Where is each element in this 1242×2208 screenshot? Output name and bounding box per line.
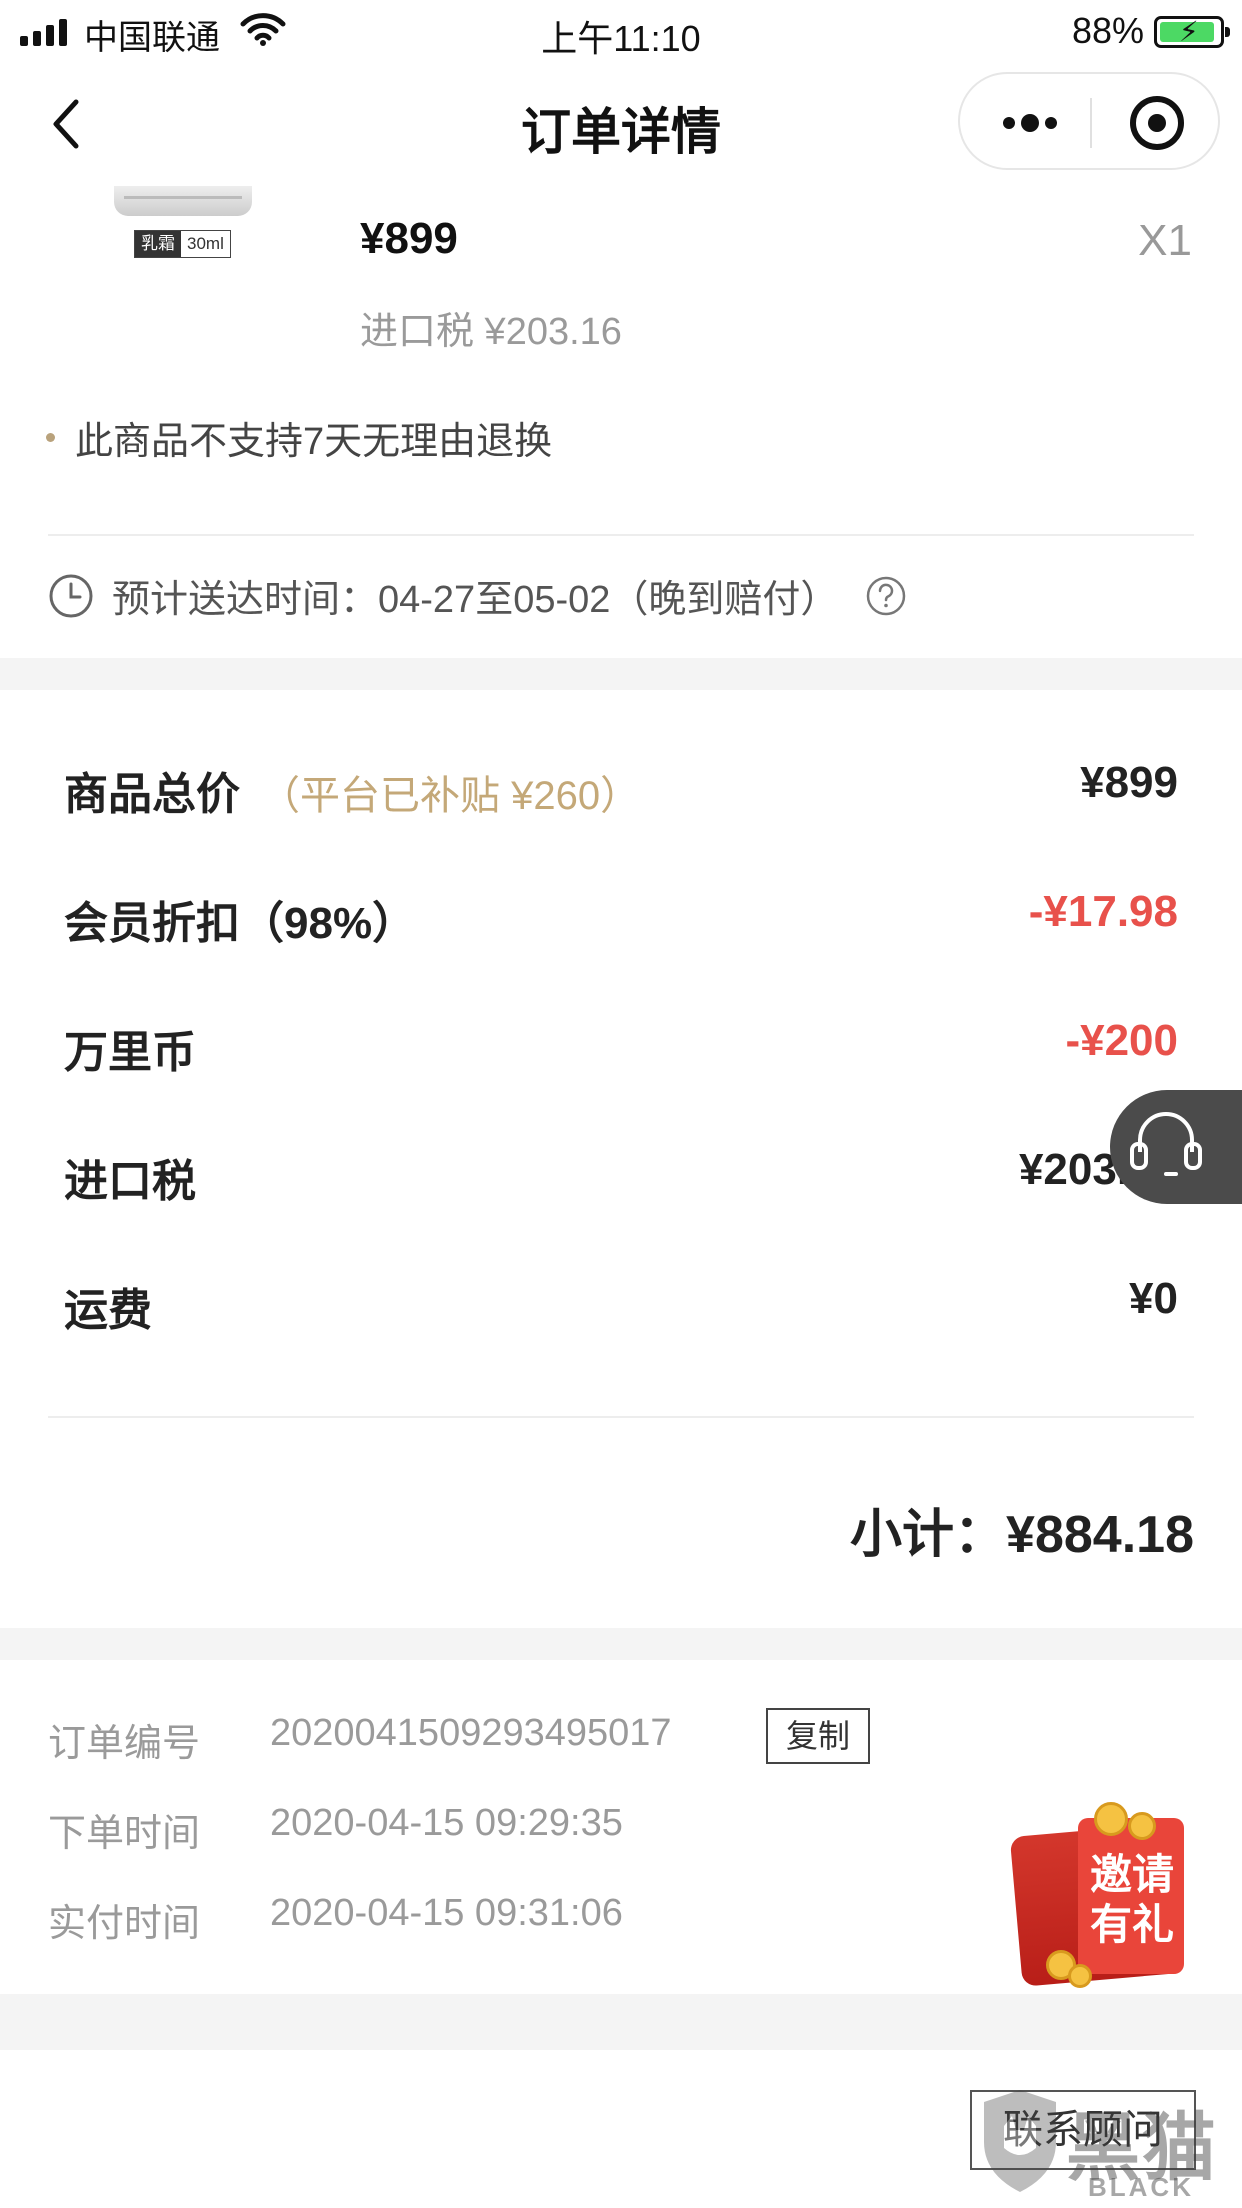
- order-number-value: 2020041509293495017: [270, 1712, 672, 1754]
- status-bar: 中国联通 上午11:10 88% ⚡: [0, 0, 1242, 62]
- price-row-shipping: 运费 ¥0: [64, 1274, 1178, 1344]
- subsidy-note: （平台已补贴 ¥260）: [260, 774, 641, 818]
- battery-icon: ⚡: [1154, 16, 1230, 48]
- coin-icon: [1128, 1812, 1156, 1840]
- order-placed-value: 2020-04-15 09:29:35: [270, 1802, 623, 1844]
- headset-icon: [1130, 1112, 1202, 1176]
- order-paid-value: 2020-04-15 09:31:06: [270, 1892, 623, 1934]
- row-value: -¥17.98: [1028, 887, 1178, 936]
- target-circle-icon[interactable]: [1130, 96, 1184, 150]
- product-image-label: 乳霜 30ml: [134, 230, 231, 258]
- section-gap: [0, 658, 1242, 690]
- watermark-en: BLACK CAT: [1088, 2172, 1194, 2208]
- coin-icon: [1068, 1964, 1092, 1988]
- row-value: ¥899: [1080, 758, 1178, 807]
- capsule-divider: [1090, 98, 1092, 148]
- nav-bar: 订单详情: [0, 62, 1242, 186]
- price-row-coins: 万里币 -¥200: [64, 1016, 1178, 1086]
- black-cat-watermark: 黑猫 BLACK CAT: [970, 2080, 1242, 2208]
- divider: [48, 534, 1194, 536]
- product-tax: 进口税 ¥203.16: [360, 311, 622, 353]
- section-gap: [0, 1628, 1242, 1660]
- row-value: ¥0: [1129, 1274, 1178, 1323]
- notice-text: 此商品不支持7天无理由退换: [75, 421, 553, 463]
- section-gap: [0, 1994, 1242, 2050]
- copy-button[interactable]: 复制: [766, 1708, 870, 1764]
- status-time: 上午11:10: [541, 18, 701, 59]
- price-row-total: 商品总价 （平台已补贴 ¥260） ¥899: [64, 758, 1178, 828]
- order-number-row: 订单编号 2020041509293495017: [48, 1712, 748, 1765]
- row-label: 运费: [64, 1286, 152, 1335]
- product-thumbnail[interactable]: 乳霜 30ml: [112, 186, 252, 266]
- product-image: [114, 186, 252, 216]
- order-number-label: 订单编号: [48, 1723, 201, 1765]
- coin-icon: [1094, 1802, 1128, 1836]
- price-row-member-discount: 会员折扣（98%） -¥17.98: [64, 887, 1178, 957]
- order-placed-row: 下单时间 2020-04-15 09:29:35: [48, 1802, 748, 1855]
- price-row-import-tax: 进口税 ¥203.16: [64, 1145, 1178, 1215]
- bullet-dot: [46, 433, 55, 442]
- order-paid-row: 实付时间 2020-04-15 09:31:06: [48, 1892, 748, 1945]
- clock-icon: [49, 574, 93, 617]
- product-quantity: X1: [1138, 216, 1192, 265]
- row-value: -¥200: [1065, 1016, 1178, 1065]
- product-price: ¥899: [360, 214, 458, 263]
- divider: [48, 1416, 1194, 1418]
- question-circle-icon[interactable]: [866, 576, 906, 616]
- invite-text: 邀请 有礼: [1089, 1851, 1174, 1948]
- more-dots-icon[interactable]: [980, 74, 1080, 172]
- subtotal: 小计：¥884.18: [850, 1506, 1194, 1564]
- invite-gift-button[interactable]: 邀请 有礼: [1009, 1800, 1186, 1988]
- row-label: 万里币: [64, 1028, 196, 1077]
- return-policy-notice: 此商品不支持7天无理由退换: [46, 410, 552, 465]
- battery-percent: 88%: [1071, 10, 1144, 51]
- row-label: 商品总价 （平台已补贴 ¥260）: [64, 770, 641, 819]
- delivery-text: 预计送达时间：04-27至05-02（晚到赔付）: [112, 579, 839, 621]
- order-paid-label: 实付时间: [48, 1903, 201, 1945]
- row-label: 进口税: [64, 1157, 196, 1206]
- row-label: 会员折扣（98%）: [64, 899, 417, 948]
- customer-service-button[interactable]: [1110, 1090, 1242, 1204]
- shield-logo-icon: [984, 2090, 1056, 2192]
- mini-program-capsule: [958, 72, 1220, 170]
- delivery-estimate: 预计送达时间：04-27至05-02（晚到赔付）: [48, 568, 906, 623]
- order-placed-label: 下单时间: [48, 1813, 201, 1855]
